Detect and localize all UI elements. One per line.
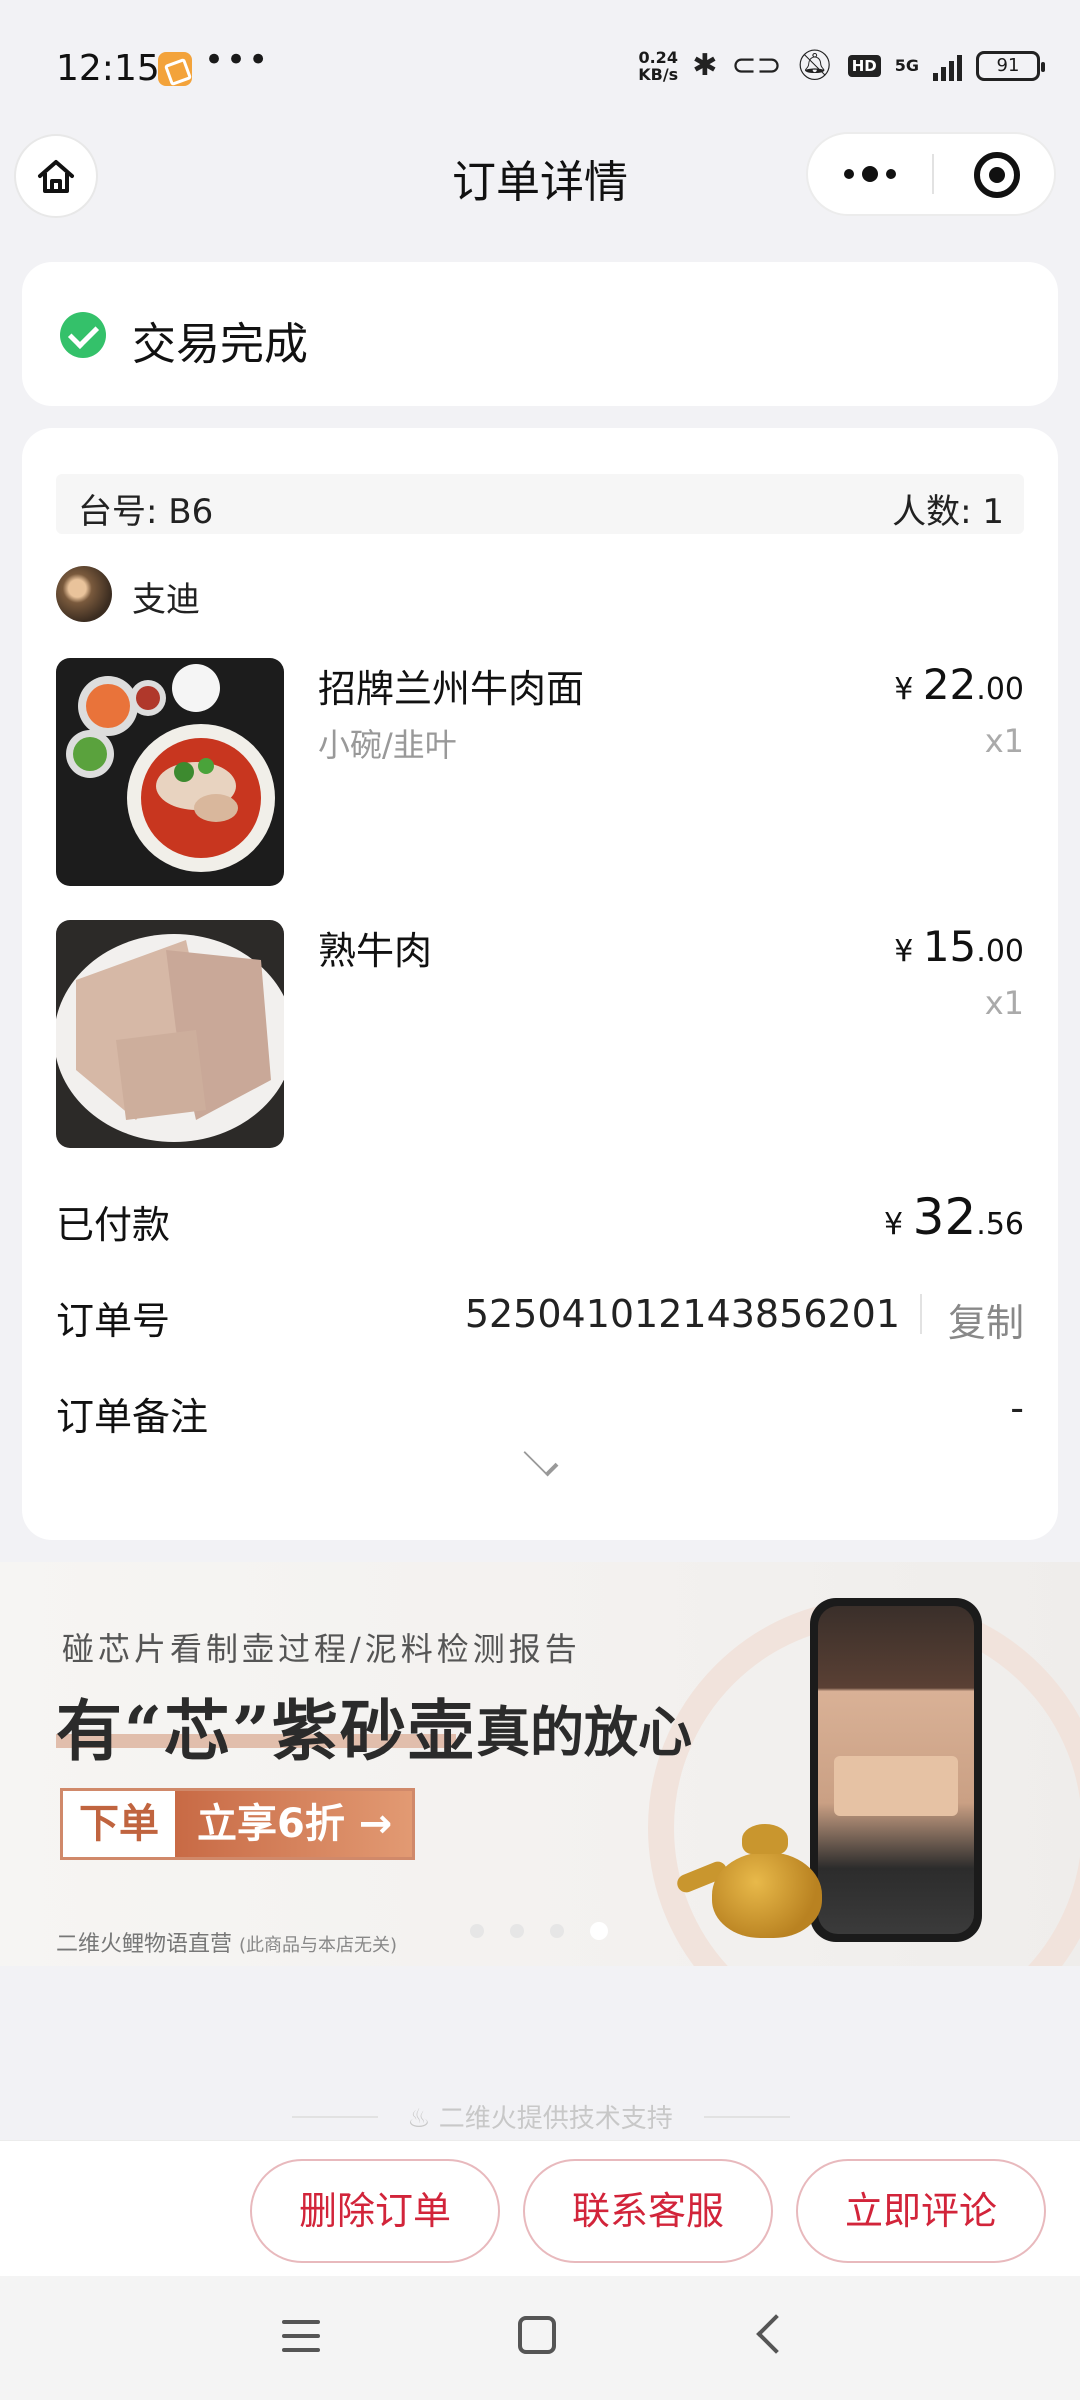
review-now-button[interactable]: 立即评论: [796, 2159, 1046, 2263]
table-number: 台号: B6: [78, 492, 214, 532]
order-number-label: 订单号: [56, 1299, 171, 1343]
order-number-row: 订单号 525041012143856201 复制: [56, 1290, 1024, 1350]
system-nav-bar: [0, 2276, 1080, 2400]
battery-icon: 91: [976, 50, 1045, 81]
delete-order-button[interactable]: 删除订单: [250, 2159, 500, 2263]
status-icons: 0.24 KB/s ✱ ⊂⊃ 🔕︎ HD 5G 91: [638, 47, 1045, 84]
carousel-dot: [550, 1924, 564, 1938]
item-price: ¥ 15.00: [894, 922, 1024, 971]
banner-cta-button[interactable]: 下单 立享6折 →: [60, 1788, 416, 1860]
order-remark-value: -: [1010, 1386, 1024, 1430]
cta-order-label: 下单: [63, 1791, 175, 1857]
contact-service-button[interactable]: 联系客服: [523, 2159, 773, 2263]
banner-headline: 有“芯”紫砂壶: [56, 1692, 476, 1770]
carousel-dot-active: [590, 1922, 608, 1940]
order-number-value: 525041012143856201: [464, 1292, 900, 1336]
table-info-bar: 台号: B6 人数: 1: [56, 474, 1024, 534]
item-name: 招牌兰州牛肉面: [318, 667, 585, 711]
order-status-text: 交易完成: [132, 319, 308, 370]
item-image-beef-noodle: [56, 658, 284, 886]
back-icon[interactable]: [756, 2314, 796, 2354]
teapot-image: [674, 1824, 846, 1944]
close-target-icon[interactable]: [974, 152, 1020, 198]
network-type: 5G: [894, 56, 919, 75]
order-status-card: 交易完成: [22, 262, 1058, 406]
signal-icon: [933, 51, 962, 81]
tech-support-text: ♨ 二维火提供技术支持: [407, 2104, 673, 2134]
order-item[interactable]: 招牌兰州牛肉面 小碗/韭叶 ¥ 22.00 x1: [56, 658, 1024, 886]
net-speed: 0.24 KB/s: [638, 47, 679, 84]
order-remark-row: 订单备注 -: [56, 1386, 1024, 1446]
order-item[interactable]: 熟牛肉 ¥ 15.00 x1: [56, 920, 1024, 1148]
paid-row: 已付款 ¥ 32.56: [56, 1188, 1024, 1254]
capsule-divider: [932, 154, 934, 194]
item-name: 熟牛肉: [318, 929, 433, 973]
people-count: 人数: 1: [892, 492, 1004, 532]
promo-banner[interactable]: 碰芯片看制壶过程/泥料检测报告 有“芯”紫砂壶 真的放心 下单 立享6折 → 二…: [0, 1562, 1080, 1966]
user-name: 支迪: [132, 580, 200, 620]
avatar: [56, 566, 112, 622]
bluetooth-icon: ✱: [692, 48, 718, 83]
bell-off-icon: 🔕︎: [795, 48, 834, 83]
order-detail-card: 台号: B6 人数: 1 支迪 招牌兰州牛肉面 小碗/韭叶 ¥ 22.00 x1…: [22, 428, 1058, 1540]
divider: [704, 2116, 790, 2118]
status-time: 12:15: [56, 48, 160, 89]
cta-discount-label: 立享6折 →: [175, 1791, 413, 1857]
copy-button[interactable]: 复制: [948, 1292, 1024, 1347]
hd-icon: HD: [847, 54, 881, 77]
carousel-dots: [470, 1922, 608, 1940]
mini-program-capsule: [806, 132, 1056, 216]
order-remark-label: 订单备注: [56, 1395, 209, 1439]
home-square-icon[interactable]: [518, 2316, 556, 2354]
flame-icon: ♨: [407, 2104, 431, 2134]
more-button[interactable]: [808, 134, 932, 214]
check-circle-icon: [60, 312, 106, 358]
item-image-cooked-beef: [56, 920, 284, 1148]
banner-footer: 二维火鲤物语直营 (此商品与本店无关): [56, 1932, 398, 1957]
menu-icon[interactable]: [282, 2320, 320, 2352]
paid-label: 已付款: [56, 1203, 171, 1247]
item-spec: 小碗/韭叶: [318, 726, 457, 764]
banner-subtitle: 碰芯片看制壶过程/泥料检测报告: [62, 1630, 581, 1668]
item-quantity: x1: [984, 722, 1024, 760]
carousel-dot: [510, 1924, 524, 1938]
expand-chevron-icon[interactable]: [523, 1441, 559, 1477]
app-notification-icon: [158, 52, 192, 86]
divider: [920, 1294, 922, 1334]
action-bar: 删除订单 联系客服 立即评论: [0, 2140, 1080, 2276]
more-notifications-icon: •••: [204, 40, 271, 80]
link-icon: ⊂⊃: [731, 48, 782, 83]
item-quantity: x1: [984, 984, 1024, 1022]
item-price: ¥ 22.00: [894, 660, 1024, 709]
banner-headline-secondary: 真的放心: [476, 1700, 692, 1764]
carousel-dot: [470, 1924, 484, 1938]
status-bar: 12:15 ••• 0.24 KB/s ✱ ⊂⊃ 🔕︎ HD 5G 91: [0, 0, 1080, 140]
paid-amount: ¥ 32.56: [884, 1188, 1024, 1246]
